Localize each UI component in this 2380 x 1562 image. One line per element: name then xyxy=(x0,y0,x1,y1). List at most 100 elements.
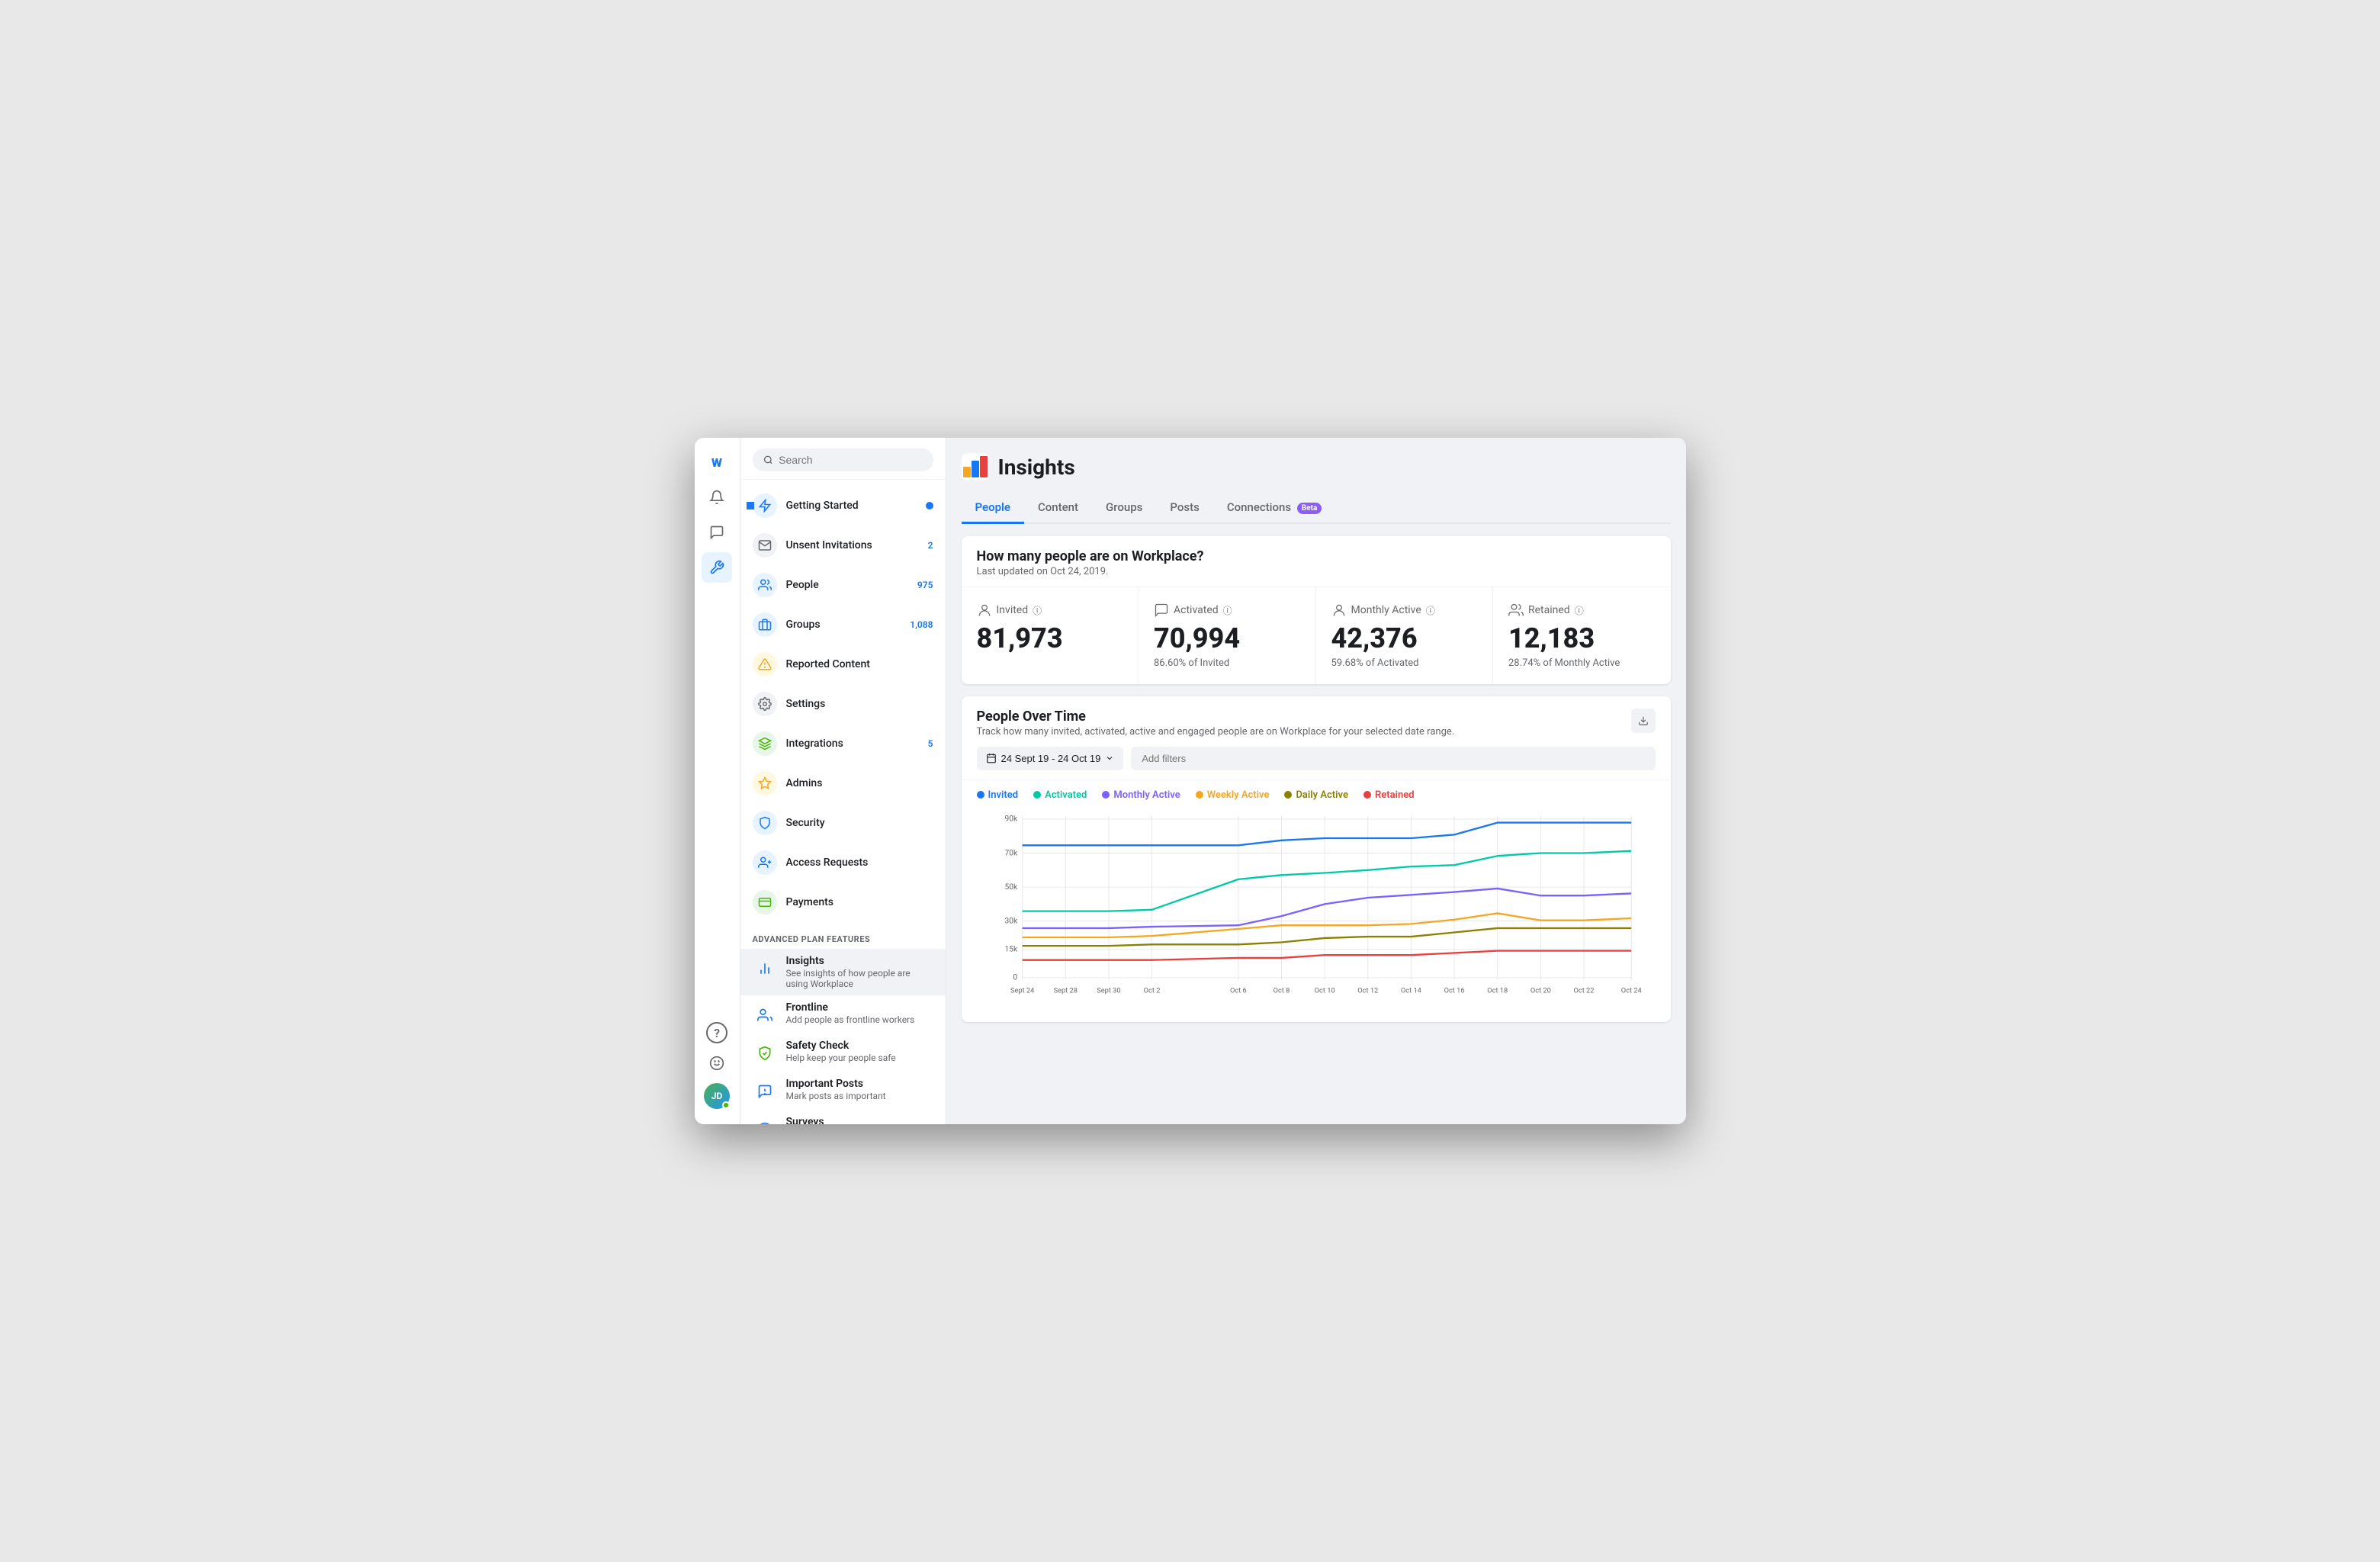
legend-invited[interactable]: Invited xyxy=(977,789,1019,801)
payments-label: Payments xyxy=(786,896,933,908)
nav-item-insights[interactable]: Insights See insights of how people are … xyxy=(740,949,946,995)
svg-text:Oct 8: Oct 8 xyxy=(1273,986,1290,995)
settings-label: Settings xyxy=(786,698,933,710)
nav-item-settings[interactable]: Settings xyxy=(740,684,946,724)
legend-daily-label: Daily Active xyxy=(1296,789,1348,801)
legend-activated-label: Activated xyxy=(1045,789,1087,801)
nav-item-integrations[interactable]: Integrations 5 xyxy=(740,724,946,763)
nav-items: Getting Started Unsent Invitations 2 Peo… xyxy=(740,480,946,1124)
activated-icon xyxy=(1154,603,1169,618)
integrations-icon xyxy=(753,731,777,756)
groups-label: Groups xyxy=(786,619,901,631)
nav-item-groups[interactable]: Groups 1,088 xyxy=(740,605,946,644)
tab-content[interactable]: Content xyxy=(1024,493,1092,524)
app-window: W ? JD xyxy=(695,438,1686,1124)
svg-text:30k: 30k xyxy=(1004,917,1017,925)
admins-label: Admins xyxy=(786,777,933,789)
frontline-title: Frontline xyxy=(786,1001,915,1014)
legend-activated-dot xyxy=(1033,791,1041,799)
legend-invited-dot xyxy=(977,791,984,799)
nav-item-getting-started[interactable]: Getting Started xyxy=(740,486,946,525)
nav-item-unsent-invitations[interactable]: Unsent Invitations 2 xyxy=(740,525,946,565)
legend-row: Invited Activated Monthly Active Weekly … xyxy=(962,780,1671,801)
nav-item-frontline[interactable]: Frontline Add people as frontline worker… xyxy=(740,995,946,1033)
people-label: People xyxy=(786,579,908,591)
nav-item-important-posts[interactable]: Important Posts Mark posts as important xyxy=(740,1072,946,1110)
icon-sidebar-top: W xyxy=(702,447,732,1022)
svg-text:50k: 50k xyxy=(1004,882,1017,891)
add-filters-input[interactable] xyxy=(1131,747,1655,770)
stat-activated-info[interactable]: ⓘ xyxy=(1223,604,1232,617)
svg-text:Oct 20: Oct 20 xyxy=(1530,986,1550,995)
chat-icon[interactable] xyxy=(702,517,732,548)
chevron-down-icon xyxy=(1105,754,1114,763)
legend-monthly-active[interactable]: Monthly Active xyxy=(1102,789,1180,801)
date-filter-button[interactable]: 24 Sept 19 - 24 Oct 19 xyxy=(977,747,1124,770)
safety-check-title: Safety Check xyxy=(786,1040,896,1052)
nav-item-surveys[interactable]: Surveys Ask surveys to your organization xyxy=(740,1110,946,1124)
insights-title: Insights xyxy=(786,955,933,967)
emoji-icon[interactable] xyxy=(702,1048,732,1078)
important-posts-title: Important Posts xyxy=(786,1078,886,1090)
groups-icon xyxy=(753,612,777,637)
help-icon[interactable]: ? xyxy=(706,1022,727,1043)
nav-item-reported-content[interactable]: Reported Content xyxy=(740,644,946,684)
tools-icon[interactable] xyxy=(702,552,732,583)
nav-item-admins[interactable]: Admins xyxy=(740,763,946,803)
svg-text:Oct 6: Oct 6 xyxy=(1229,986,1246,995)
legend-retained[interactable]: Retained xyxy=(1363,789,1415,801)
invited-icon xyxy=(977,603,992,618)
bell-icon[interactable] xyxy=(702,482,732,513)
workplace-logo-icon[interactable]: W xyxy=(702,447,732,477)
payments-icon xyxy=(753,890,777,914)
line-chart-svg: 90k 70k 50k 30k 15k 0 xyxy=(977,808,1656,1007)
chart-subtitle: Track how many invited, activated, activ… xyxy=(977,726,1455,738)
search-wrapper[interactable] xyxy=(753,448,933,471)
main-content: Insights People Content Groups Posts Con… xyxy=(946,438,1686,1124)
user-avatar[interactable]: JD xyxy=(704,1083,730,1109)
legend-retained-dot xyxy=(1363,791,1371,799)
svg-text:Oct 10: Oct 10 xyxy=(1314,986,1335,995)
tab-posts[interactable]: Posts xyxy=(1156,493,1212,524)
svg-text:90k: 90k xyxy=(1004,815,1017,823)
people-badge: 975 xyxy=(917,580,933,590)
download-button[interactable] xyxy=(1631,709,1656,733)
svg-text:Sept 24: Sept 24 xyxy=(1010,986,1033,995)
surveys-content: Surveys Ask surveys to your organization xyxy=(786,1116,918,1124)
stat-retained-label-row: Retained ⓘ xyxy=(1508,603,1656,618)
tab-connections[interactable]: Connections Beta xyxy=(1213,493,1336,524)
svg-text:70k: 70k xyxy=(1004,849,1017,857)
nav-item-access-requests[interactable]: Access Requests xyxy=(740,843,946,882)
legend-daily-active[interactable]: Daily Active xyxy=(1284,789,1348,801)
stat-monthly-info[interactable]: ⓘ xyxy=(1426,604,1435,617)
svg-text:Sept 30: Sept 30 xyxy=(1097,986,1120,995)
svg-text:Sept 28: Sept 28 xyxy=(1053,986,1077,995)
stat-invited-info[interactable]: ⓘ xyxy=(1033,604,1042,617)
stat-retained-label: Retained xyxy=(1528,604,1570,616)
chart-line-monthly-active xyxy=(1022,889,1631,928)
tab-groups[interactable]: Groups xyxy=(1092,493,1156,524)
legend-invited-label: Invited xyxy=(988,789,1019,801)
stat-retained-value: 12,183 xyxy=(1508,624,1656,654)
svg-text:Oct 18: Oct 18 xyxy=(1487,986,1508,995)
frontline-content: Frontline Add people as frontline worker… xyxy=(786,1001,915,1025)
legend-weekly-active[interactable]: Weekly Active xyxy=(1196,789,1270,801)
stat-retained-info[interactable]: ⓘ xyxy=(1575,604,1584,617)
stat-retained-subtext: 28.74% of Monthly Active xyxy=(1508,657,1656,669)
nav-item-payments[interactable]: Payments xyxy=(740,882,946,922)
tab-people[interactable]: People xyxy=(962,493,1025,524)
legend-weekly-label: Weekly Active xyxy=(1207,789,1270,801)
svg-text:Oct 24: Oct 24 xyxy=(1620,986,1641,995)
stat-activated: Activated ⓘ 70,994 86.60% of Invited xyxy=(1139,587,1316,684)
nav-item-security[interactable]: Security xyxy=(740,803,946,843)
unsent-invitations-label: Unsent Invitations xyxy=(786,539,919,551)
nav-item-people[interactable]: People 975 xyxy=(740,565,946,605)
stat-activated-subtext: 86.60% of Invited xyxy=(1154,657,1300,669)
legend-daily-dot xyxy=(1284,791,1292,799)
legend-activated[interactable]: Activated xyxy=(1033,789,1087,801)
nav-item-safety-check[interactable]: Safety Check Help keep your people safe xyxy=(740,1033,946,1072)
getting-started-icon xyxy=(753,493,777,518)
stat-monthly-label: Monthly Active xyxy=(1351,604,1421,616)
search-input[interactable] xyxy=(779,454,922,466)
active-dot xyxy=(747,502,754,509)
